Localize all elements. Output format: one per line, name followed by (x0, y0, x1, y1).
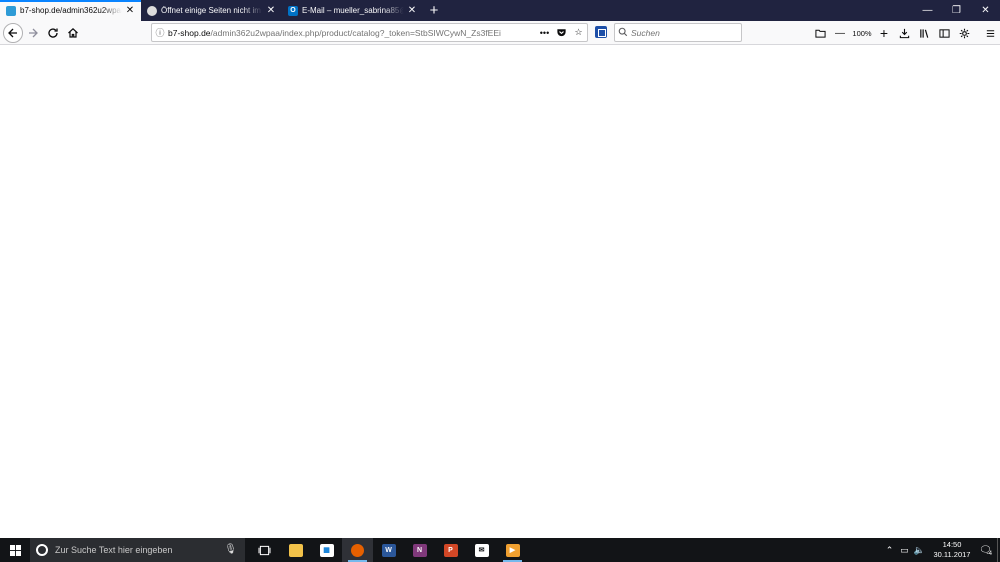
close-tab-icon[interactable]: ✕ (125, 5, 135, 16)
search-bar[interactable] (614, 23, 742, 42)
onenote-icon: N (412, 543, 427, 557)
back-button[interactable] (3, 22, 23, 43)
store-button[interactable]: ▦ (311, 538, 342, 562)
firefox-icon (351, 543, 364, 557)
search-input[interactable] (631, 27, 731, 38)
file-explorer-button[interactable] (280, 538, 311, 562)
mail-icon: ✉ (474, 543, 489, 557)
url-host: b7-shop.de (168, 27, 211, 38)
taskbar-apps: ▦ W N P ✉ ▶ (249, 538, 528, 562)
window-controls: — ❐ ✕ (913, 0, 1000, 21)
task-view-button[interactable] (249, 538, 280, 562)
onenote-button[interactable]: N (404, 538, 435, 562)
page-content (0, 45, 1000, 538)
page-actions-button[interactable]: ••• (536, 24, 553, 41)
zoom-level[interactable]: 100% (850, 23, 874, 43)
firefox-button[interactable] (342, 538, 373, 562)
bookmark-star-icon[interactable]: ☆ (570, 24, 587, 41)
tab-title: Öffnet einige Seiten nicht im Add-on (161, 6, 263, 15)
b7-shop-favicon-icon (6, 5, 16, 16)
close-window-button[interactable]: ✕ (971, 0, 1000, 21)
library-icon[interactable] (914, 23, 934, 43)
info-icon[interactable]: ⓘ (152, 26, 168, 39)
close-tab-icon[interactable]: ✕ (266, 5, 276, 16)
close-tab-icon[interactable]: ✕ (407, 5, 417, 16)
minimize-button[interactable]: — (913, 0, 942, 21)
restore-button[interactable]: ❐ (942, 0, 971, 21)
home-button[interactable] (63, 23, 83, 43)
task-view-icon (258, 545, 271, 555)
tab-title: b7-shop.de/admin362u2wpaa/index.php (20, 6, 122, 15)
zoom-in-button[interactable]: + (874, 23, 894, 43)
toolbar-right: — 100% + (810, 23, 1000, 43)
reload-button[interactable] (43, 23, 63, 43)
forward-button[interactable] (23, 23, 43, 43)
outlook-favicon-icon: O (288, 5, 298, 16)
media-player-icon: ▶ (505, 543, 520, 557)
powerpoint-icon: P (443, 543, 458, 557)
taskbar-search[interactable]: Zur Suche Text hier eingeben 🎙 (30, 538, 245, 562)
url-bar[interactable]: ⓘ b7-shop.de/admin362u2wpaa/index.php/pr… (151, 23, 588, 42)
navigation-toolbar: ⓘ b7-shop.de/admin362u2wpaa/index.php/pr… (0, 21, 1000, 45)
url-text[interactable]: b7-shop.de/admin362u2wpaa/index.php/prod… (168, 28, 536, 38)
word-button[interactable]: W (373, 538, 404, 562)
folder-icon (288, 543, 303, 557)
system-tray: ⌃ ▭ 🔈 14:50 30.11.2017 🗨 4 (882, 538, 1000, 562)
mail-button[interactable]: ✉ (466, 538, 497, 562)
microphone-icon[interactable]: 🎙 (224, 544, 237, 555)
clock-time: 14:50 (942, 540, 962, 549)
clock-date: 30.11.2017 (933, 550, 971, 559)
volume-icon[interactable]: 🔈 (912, 545, 927, 556)
hamburger-menu-icon[interactable] (980, 23, 1000, 43)
start-button[interactable] (0, 538, 30, 562)
settings-gear-icon[interactable] (954, 23, 974, 43)
tab-addon-forum[interactable]: Öffnet einige Seiten nicht im Add-on ✕ (141, 0, 282, 21)
arrow-right-icon (29, 28, 38, 37)
pocket-icon[interactable] (553, 24, 570, 41)
tab-strip: b7-shop.de/admin362u2wpaa/index.php ✕ Öf… (0, 0, 1000, 21)
tab-title: E-Mail – mueller_sabrina85@hotmail (302, 6, 404, 15)
tab-email[interactable]: O E-Mail – mueller_sabrina85@hotmail ✕ (282, 0, 423, 21)
mozilla-favicon-icon (147, 5, 157, 16)
tab-b7-shop[interactable]: b7-shop.de/admin362u2wpaa/index.php ✕ (0, 0, 141, 21)
powerpoint-button[interactable]: P (435, 538, 466, 562)
reload-icon (48, 27, 58, 38)
folder-icon[interactable] (810, 23, 830, 43)
home-icon (68, 27, 78, 38)
action-center-button[interactable]: 🗨 4 (977, 538, 997, 562)
search-icon (615, 27, 631, 39)
word-icon: W (381, 543, 396, 557)
store-bag-icon: ▦ (319, 543, 334, 557)
media-player-button[interactable]: ▶ (497, 538, 528, 562)
url-path: /admin362u2wpaa/index.php/product/catalo… (210, 27, 501, 38)
taskbar-search-placeholder: Zur Suche Text hier eingeben (55, 545, 173, 555)
extension-icon[interactable] (595, 26, 607, 38)
cortana-icon (36, 544, 48, 556)
clock[interactable]: 14:50 30.11.2017 (931, 540, 973, 560)
windows-taskbar: Zur Suche Text hier eingeben 🎙 ▦ W N P ✉… (0, 538, 1000, 562)
new-tab-button[interactable]: + (423, 0, 445, 21)
download-icon[interactable] (894, 23, 914, 43)
zoom-out-button[interactable]: — (830, 23, 850, 43)
sidebar-icon[interactable] (934, 23, 954, 43)
show-hidden-icons-chevron-icon[interactable]: ⌃ (882, 545, 897, 556)
battery-icon[interactable]: ▭ (897, 545, 912, 556)
windows-logo-icon (9, 544, 21, 556)
arrow-left-icon (8, 28, 17, 37)
notification-count: 4 (988, 551, 993, 557)
